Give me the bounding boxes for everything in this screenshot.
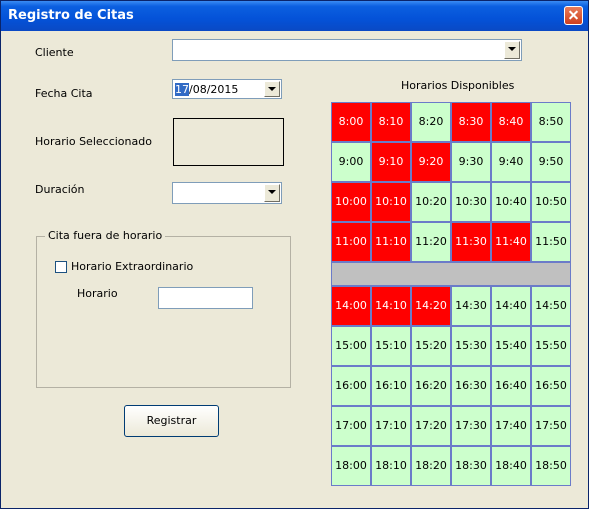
horario-seleccionado-label: Horario Seleccionado [35,135,152,148]
time-slot[interactable]: 11:30 [451,222,491,262]
lunch-break-bar [331,262,571,286]
close-icon[interactable] [564,6,583,25]
time-slot[interactable]: 14:40 [491,286,531,326]
time-slot[interactable]: 10:00 [331,182,371,222]
horario-extraordinario-checkbox[interactable] [55,261,67,273]
time-slot[interactable]: 18:00 [331,446,371,486]
time-slot[interactable]: 15:00 [331,326,371,366]
time-slot[interactable]: 8:30 [451,102,491,142]
registrar-button[interactable]: Registrar [124,405,219,437]
time-slot[interactable]: 10:20 [411,182,451,222]
time-slot[interactable]: 10:30 [451,182,491,222]
time-slot[interactable]: 16:40 [491,366,531,406]
time-slot[interactable]: 17:30 [451,406,491,446]
cliente-label: Cliente [35,46,74,59]
time-slot[interactable]: 8:50 [531,102,571,142]
time-slot[interactable]: 9:00 [331,142,371,182]
time-slot[interactable]: 17:10 [371,406,411,446]
time-slot[interactable]: 15:20 [411,326,451,366]
time-slot[interactable]: 18:40 [491,446,531,486]
time-slot[interactable]: 18:50 [531,446,571,486]
time-slot[interactable]: 10:50 [531,182,571,222]
time-slot[interactable]: 17:40 [491,406,531,446]
time-slot[interactable]: 18:30 [451,446,491,486]
chevron-down-icon[interactable] [264,81,280,97]
time-slot[interactable]: 14:00 [331,286,371,326]
time-slot[interactable]: 16:10 [371,366,411,406]
time-slot[interactable]: 18:20 [411,446,451,486]
registro-citas-window: Registro de Citas Cliente Fecha Cita 17/… [0,0,589,509]
time-slot[interactable]: 9:50 [531,142,571,182]
time-slot[interactable]: 11:10 [371,222,411,262]
time-slot[interactable]: 17:00 [331,406,371,446]
time-slot[interactable]: 9:40 [491,142,531,182]
time-slot[interactable]: 15:50 [531,326,571,366]
time-slot[interactable]: 8:40 [491,102,531,142]
cita-fuera-frame: Cita fuera de horario [36,229,291,388]
title-bar[interactable]: Registro de Citas [1,1,588,31]
time-slot[interactable]: 14:20 [411,286,451,326]
time-slot[interactable]: 14:10 [371,286,411,326]
time-slot[interactable]: 14:30 [451,286,491,326]
time-slot[interactable]: 8:10 [371,102,411,142]
time-slot[interactable]: 11:40 [491,222,531,262]
fecha-value: 17/08/2015 [175,83,238,96]
horario-input[interactable] [158,287,253,309]
time-slot[interactable]: 15:40 [491,326,531,366]
time-slot[interactable]: 11:00 [331,222,371,262]
time-slot[interactable]: 11:20 [411,222,451,262]
window-title: Registro de Citas [8,8,134,23]
time-slot[interactable]: 9:10 [371,142,411,182]
time-slot[interactable]: 17:50 [531,406,571,446]
duracion-label: Duración [35,183,85,196]
time-slot[interactable]: 15:10 [371,326,411,366]
fecha-label: Fecha Cita [35,87,93,100]
time-slot[interactable]: 9:30 [451,142,491,182]
time-slot[interactable]: 8:20 [411,102,451,142]
horario-seleccionado-display [173,118,284,166]
time-slot[interactable]: 16:30 [451,366,491,406]
time-slot[interactable]: 14:50 [531,286,571,326]
fecha-day-selected: 17 [175,83,189,96]
time-slot[interactable]: 15:30 [451,326,491,366]
time-slot[interactable]: 10:40 [491,182,531,222]
chevron-down-icon[interactable] [264,184,280,202]
time-slot[interactable]: 9:20 [411,142,451,182]
fecha-datepicker[interactable]: 17/08/2015 [172,79,282,99]
cita-fuera-title: Cita fuera de horario [45,229,166,242]
chevron-down-icon[interactable] [504,41,520,59]
time-slot[interactable]: 16:00 [331,366,371,406]
fecha-rest: /08/2015 [189,83,239,96]
time-slot[interactable]: 18:10 [371,446,411,486]
time-slot[interactable]: 10:10 [371,182,411,222]
duracion-combobox[interactable] [172,182,282,204]
time-slot[interactable]: 17:20 [411,406,451,446]
horario-label: Horario [77,287,118,300]
cliente-combobox[interactable] [172,39,522,61]
time-slot[interactable]: 16:20 [411,366,451,406]
time-slot[interactable]: 8:00 [331,102,371,142]
time-slot[interactable]: 11:50 [531,222,571,262]
horario-extraordinario-label[interactable]: Horario Extraordinario [71,260,193,273]
horarios-title: Horarios Disponibles [401,79,515,92]
time-slot[interactable]: 16:50 [531,366,571,406]
